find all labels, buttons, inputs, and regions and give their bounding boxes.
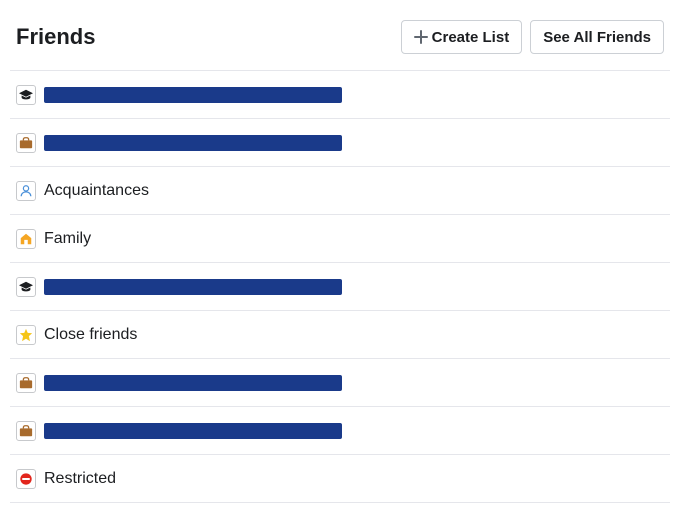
page-title: Friends bbox=[16, 24, 95, 50]
create-list-button[interactable]: Create List bbox=[401, 20, 523, 54]
list-item[interactable] bbox=[10, 71, 670, 119]
work-icon bbox=[16, 421, 36, 441]
list-item[interactable]: Close friends bbox=[10, 311, 670, 359]
redacted-label bbox=[44, 375, 342, 391]
list-item-label: Family bbox=[44, 230, 91, 248]
friend-lists: Acquaintances Family Close friends Restrict… bbox=[10, 70, 670, 503]
see-all-friends-button[interactable]: See All Friends bbox=[530, 20, 664, 54]
create-list-label: Create List bbox=[432, 29, 510, 46]
see-all-friends-label: See All Friends bbox=[543, 29, 651, 46]
house-icon bbox=[16, 229, 36, 249]
list-item-label: Acquaintances bbox=[44, 182, 149, 200]
education-icon bbox=[16, 277, 36, 297]
list-item[interactable] bbox=[10, 359, 670, 407]
education-icon bbox=[16, 85, 36, 105]
person-icon bbox=[16, 181, 36, 201]
list-item[interactable] bbox=[10, 119, 670, 167]
work-icon bbox=[16, 133, 36, 153]
list-item-label: Restricted bbox=[44, 470, 116, 488]
redacted-label bbox=[44, 87, 342, 103]
list-item[interactable]: Restricted bbox=[10, 455, 670, 503]
redacted-label bbox=[44, 135, 342, 151]
list-item[interactable]: Family bbox=[10, 215, 670, 263]
work-icon bbox=[16, 373, 36, 393]
list-item[interactable] bbox=[10, 263, 670, 311]
star-icon bbox=[16, 325, 36, 345]
list-item[interactable]: Acquaintances bbox=[10, 167, 670, 215]
plus-icon bbox=[414, 30, 428, 44]
friends-header: Friends Create List See All Friends bbox=[10, 14, 670, 70]
list-item-label: Close friends bbox=[44, 326, 137, 344]
redacted-label bbox=[44, 423, 342, 439]
header-actions: Create List See All Friends bbox=[401, 20, 664, 54]
restricted-icon bbox=[16, 469, 36, 489]
list-item[interactable] bbox=[10, 407, 670, 455]
redacted-label bbox=[44, 279, 342, 295]
